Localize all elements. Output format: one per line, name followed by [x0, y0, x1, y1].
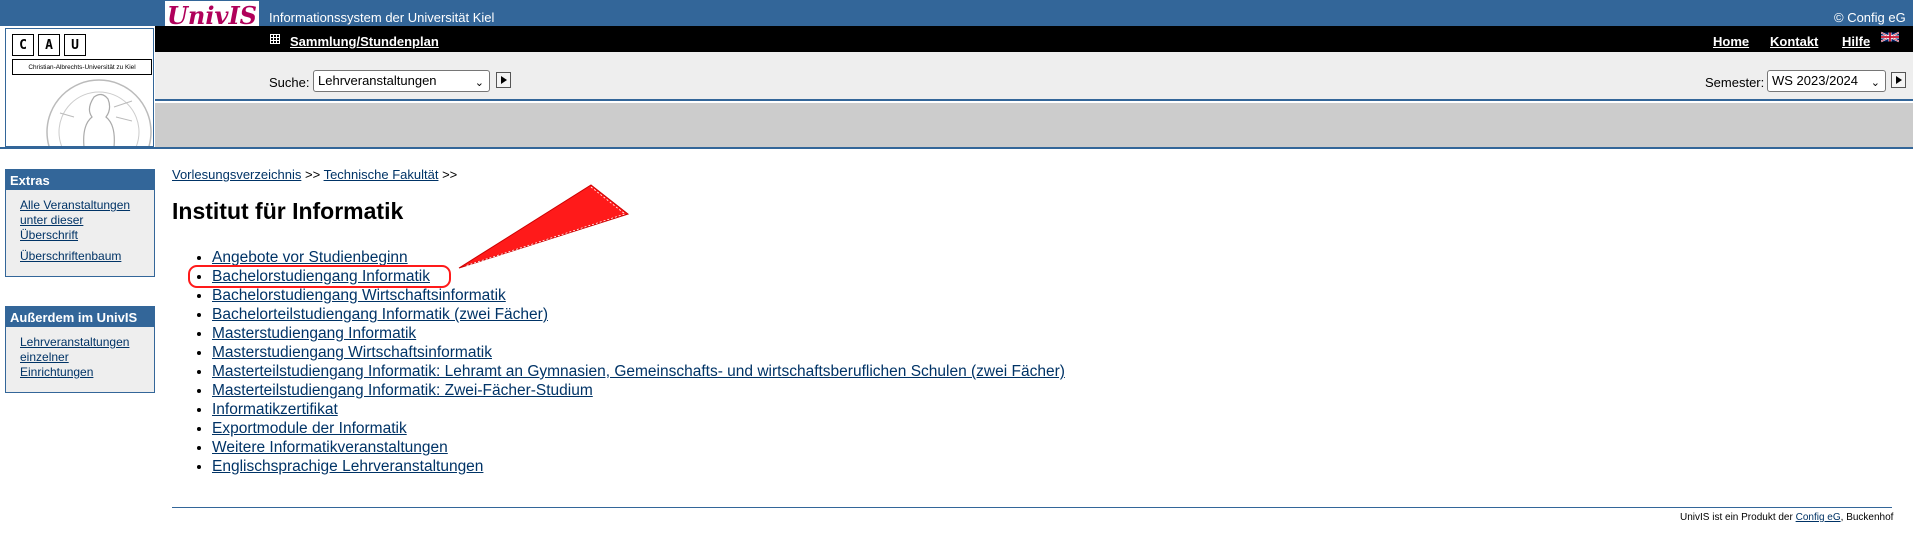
all-courses-link[interactable]: Alle Veranstaltungen unter dieser Übersc… — [20, 198, 144, 243]
program-link[interactable]: Masterteilstudiengang Informatik: Zwei-F… — [212, 382, 593, 399]
program-link[interactable]: Masterstudiengang Wirtschaftsinformatik — [212, 344, 492, 361]
also-in-univis-box: Außerdem im UnivIS Lehrveranstaltungen e… — [5, 306, 155, 393]
semester-value: WS 2023/2024 — [1772, 73, 1859, 88]
breadcrumb-separator: >> — [304, 167, 321, 182]
cau-letter: A — [38, 34, 60, 56]
footer-divider — [172, 507, 1892, 508]
program-link[interactable]: Masterteilstudiengang Informatik: Lehram… — [212, 363, 1065, 380]
uk-flag-icon[interactable] — [1881, 31, 1899, 43]
cau-name: Christian-Albrechts-Universität zu Kiel — [12, 59, 152, 75]
program-link[interactable]: Exportmodule der Informatik — [212, 420, 407, 437]
program-link[interactable]: Masterstudiengang Informatik — [212, 325, 416, 342]
list-item: Weitere Informatikveranstaltungen — [212, 438, 1065, 457]
contact-link[interactable]: Kontakt — [1770, 34, 1818, 49]
also-in-univis-title: Außerdem im UnivIS — [6, 307, 154, 327]
semester-select[interactable]: WS 2023/2024 ⌄ — [1767, 70, 1886, 92]
search-go-button[interactable] — [496, 72, 511, 88]
list-item: Masterteilstudiengang Informatik: Lehram… — [212, 362, 1065, 381]
extras-title: Extras — [6, 170, 154, 190]
header-grey-bar — [155, 103, 1913, 147]
cau-letters: C A U — [12, 34, 90, 56]
list-item: Exportmodule der Informatik — [212, 419, 1065, 438]
list-item: Bachelorteilstudiengang Informatik (zwei… — [212, 305, 1065, 324]
program-link[interactable]: Bachelorteilstudiengang Informatik (zwei… — [212, 306, 548, 323]
program-link[interactable]: Englischsprachige Lehrveranstaltungen — [212, 458, 483, 475]
list-item: Masterstudiengang Informatik — [212, 324, 1065, 343]
extras-box: Extras Alle Veranstaltungen unter dieser… — [5, 169, 155, 277]
list-item: Englischsprachige Lehrveranstaltungen — [212, 457, 1065, 476]
program-link[interactable]: Bachelorstudiengang Wirtschaftsinformati… — [212, 287, 506, 304]
semester-go-button[interactable] — [1891, 72, 1906, 88]
heading-tree-link[interactable]: Überschriftenbaum — [20, 249, 144, 264]
university-seal-icon — [46, 79, 152, 146]
system-title: Informationssystem der Universität Kiel — [269, 10, 495, 25]
annotation-arrow-icon — [458, 184, 630, 269]
search-label: Suche: — [269, 75, 310, 90]
breadcrumb-vorlesungsverzeichnis[interactable]: Vorlesungsverzeichnis — [172, 167, 301, 182]
collection-link[interactable]: Sammlung/Stundenplan — [290, 34, 439, 49]
list-item: Informatikzertifikat — [212, 400, 1065, 419]
chevron-down-icon: ⌄ — [474, 77, 484, 89]
program-link[interactable]: Informatikzertifikat — [212, 401, 338, 418]
search-type-select[interactable]: Lehrveranstaltungen ⌄ — [313, 70, 490, 92]
list-item: Masterteilstudiengang Informatik: Zwei-F… — [212, 381, 1065, 400]
search-type-value: Lehrveranstaltungen — [318, 73, 437, 88]
cau-logo[interactable]: C A U Christian-Albrechts-Universität zu… — [5, 28, 154, 147]
footer-suffix: , Buckenhof — [1840, 512, 1894, 523]
footer-prefix: UnivIS ist ein Produkt der — [1680, 512, 1796, 523]
program-link[interactable]: Weitere Informatikveranstaltungen — [212, 439, 448, 456]
list-item: Bachelorstudiengang Wirtschaftsinformati… — [212, 286, 1065, 305]
grid-icon — [270, 34, 280, 44]
breadcrumb-technische-fakultaet[interactable]: Technische Fakultät — [324, 167, 439, 182]
home-link[interactable]: Home — [1713, 34, 1749, 49]
list-item: Masterstudiengang Wirtschaftsinformatik — [212, 343, 1065, 362]
cau-letter: C — [12, 34, 34, 56]
semester-label: Semester: — [1705, 75, 1765, 90]
institution-courses-link[interactable]: Lehrveranstaltungen einzelner Einrichtun… — [20, 335, 144, 380]
footer: UnivIS ist ein Produkt der Config eG, Bu… — [1680, 512, 1893, 523]
header-divider — [0, 147, 1913, 149]
program-link[interactable]: Angebote vor Studienbeginn — [212, 249, 408, 266]
help-link[interactable]: Hilfe — [1842, 34, 1870, 49]
config-eg-link[interactable]: Config eG — [1796, 512, 1841, 523]
cau-letter: U — [64, 34, 86, 56]
page-title: Institut für Informatik — [172, 198, 404, 224]
breadcrumb: Vorlesungsverzeichnis >> Technische Faku… — [172, 167, 457, 182]
copyright-text: © Config eG — [1834, 10, 1906, 25]
chevron-down-icon: ⌄ — [1870, 77, 1880, 89]
highlight-box — [188, 265, 451, 288]
